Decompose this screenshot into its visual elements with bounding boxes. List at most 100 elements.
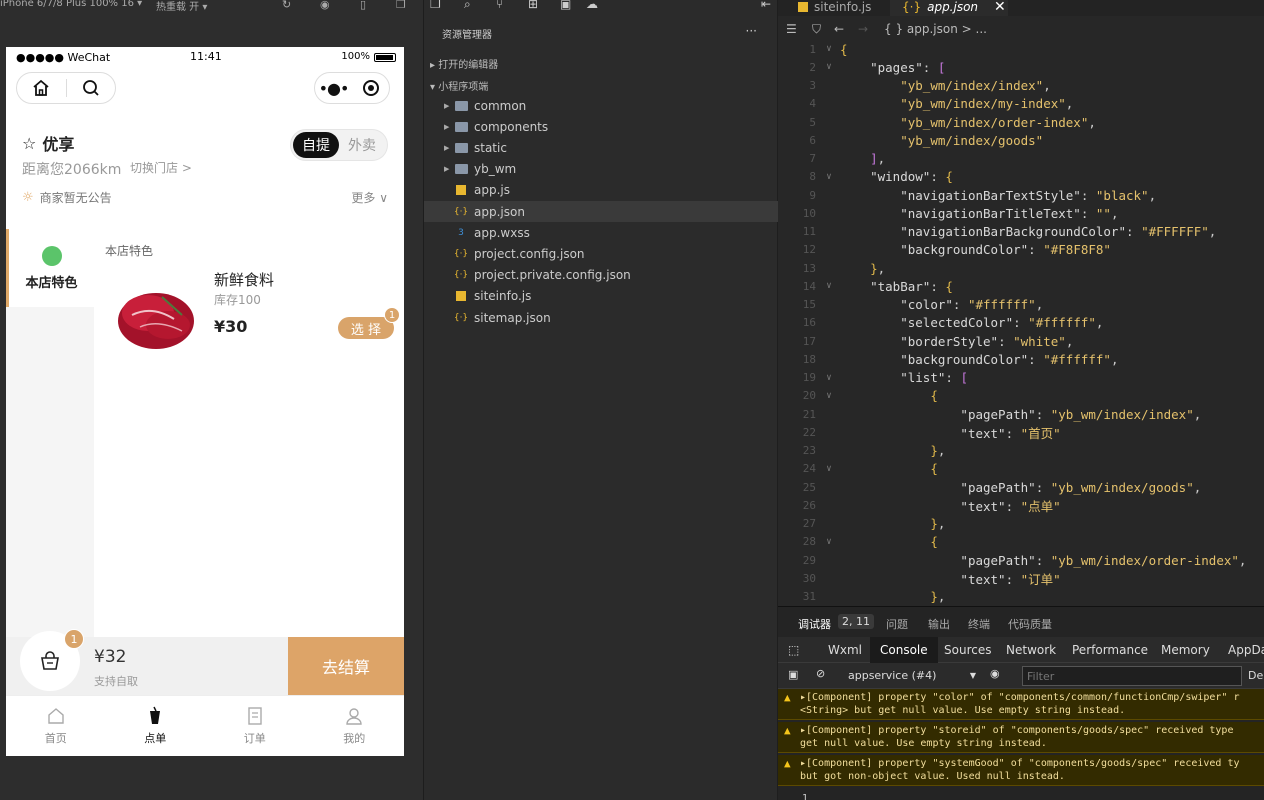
clear-console-icon[interactable]: ⊘ xyxy=(816,667,825,680)
code-line[interactable]: 8 ∨ "window": { xyxy=(778,168,1264,186)
code-line[interactable]: 30 "text": "订单" xyxy=(778,569,1264,587)
code-line[interactable]: 21 "pagePath": "yb_wm/index/index", xyxy=(778,405,1264,423)
pickup-option[interactable]: 自提 xyxy=(293,132,339,158)
code-line[interactable]: 20 ∨ { xyxy=(778,387,1264,405)
context-select[interactable]: appservice (#4) ▼ xyxy=(848,669,976,682)
code-line[interactable]: 17 "borderStyle": "white", xyxy=(778,332,1264,350)
close-icon[interactable]: ✕ xyxy=(994,0,1006,15)
file-tree-item[interactable]: {·} project.private.config.json xyxy=(424,265,778,286)
code-line[interactable]: 9 "navigationBarTextStyle": "black", xyxy=(778,186,1264,204)
home-button[interactable] xyxy=(17,79,67,97)
devtab-network[interactable]: Network xyxy=(996,637,1066,663)
checkout-button[interactable]: 去结算 xyxy=(288,637,404,695)
devtab-console[interactable]: Console xyxy=(870,637,938,663)
file-tree-item[interactable]: {·} sitemap.json xyxy=(424,307,778,328)
inspect-icon[interactable]: ⬚ xyxy=(784,637,803,663)
code-line[interactable]: 31 }, xyxy=(778,588,1264,606)
devtab-performance[interactable]: Performance xyxy=(1062,637,1158,663)
file-tree-item[interactable]: ▶ common xyxy=(424,95,778,116)
forward-arrow-icon[interactable]: → xyxy=(858,22,884,36)
file-tree-item[interactable]: {·} app.json xyxy=(424,201,778,222)
hot-reload-toggle[interactable]: 热重载 开 ▾ xyxy=(156,0,207,13)
more-button[interactable]: •●• xyxy=(315,79,352,98)
file-tree-item[interactable]: app.js xyxy=(424,180,778,201)
file-tree-item[interactable]: ▶ yb_wm xyxy=(424,159,778,180)
code-line[interactable]: 29 "pagePath": "yb_wm/index/order-index"… xyxy=(778,551,1264,569)
code-line[interactable]: 18 "backgroundColor": "#ffffff", xyxy=(778,350,1264,368)
bookmark-icon[interactable]: ⛉ xyxy=(812,22,834,37)
phone-icon[interactable]: ▯ xyxy=(360,0,366,11)
fold-chevron-icon[interactable]: ∨ xyxy=(818,373,840,383)
delivery-option[interactable]: 外卖 xyxy=(339,135,385,155)
code-line[interactable]: 13 }, xyxy=(778,259,1264,277)
explorer-more-icon[interactable]: ··· xyxy=(746,24,757,38)
cloud-icon[interactable]: ☁ xyxy=(586,0,598,11)
console-warning[interactable]: ▲ ▸[Component] property "color" of "compo… xyxy=(778,689,1264,720)
close-miniprogram-button[interactable] xyxy=(352,79,389,97)
default-levels-select[interactable]: De xyxy=(1248,669,1263,682)
extensions-icon[interactable]: ⊞ xyxy=(528,0,538,11)
panel-tab-code-quality[interactable]: 代码质量 xyxy=(1008,616,1052,632)
source-control-icon[interactable]: ⑂ xyxy=(496,0,503,11)
tab-home[interactable]: 首页 xyxy=(6,696,106,756)
breadcrumb-path[interactable]: { } app.json > ... xyxy=(884,22,987,36)
console-warning[interactable]: ▲ ▸[Component] property "storeid" of "com… xyxy=(778,722,1264,753)
code-line[interactable]: 28 ∨ { xyxy=(778,533,1264,551)
code-line[interactable]: 2 ∨ "pages": [ xyxy=(778,58,1264,76)
search-button[interactable] xyxy=(67,78,116,98)
copy-icon[interactable]: ❐ xyxy=(430,0,441,11)
sidebar-toggle-icon[interactable]: ▣ xyxy=(788,668,798,681)
tab-app-json[interactable]: {·} app.json ✕ xyxy=(890,0,1008,16)
collapse-panel-icon[interactable]: ⇤ xyxy=(761,0,771,11)
panel-tab-output[interactable]: 输出 xyxy=(928,616,950,632)
devtab-sources[interactable]: Sources xyxy=(934,637,1001,663)
code-line[interactable]: 12 "backgroundColor": "#F8F8F8" xyxy=(778,241,1264,259)
switch-store-link[interactable]: 切换门店 > xyxy=(130,159,192,176)
fold-chevron-icon[interactable]: ∨ xyxy=(818,172,840,182)
code-line[interactable]: 5 "yb_wm/index/order-index", xyxy=(778,113,1264,131)
file-tree-item[interactable]: ▶ components xyxy=(424,116,778,137)
code-line[interactable]: 10 "navigationBarTitleText": "", xyxy=(778,204,1264,222)
open-editors-section[interactable]: ▸ 打开的编辑器 xyxy=(430,56,498,71)
code-line[interactable]: 16 "selectedColor": "#ffffff", xyxy=(778,314,1264,332)
refresh-icon[interactable]: ↻ xyxy=(282,0,291,11)
delivery-mode-toggle[interactable]: 自提 外卖 xyxy=(290,129,388,161)
code-line[interactable]: 15 "color": "#ffffff", xyxy=(778,296,1264,314)
file-tree-item[interactable]: ▶ static xyxy=(424,137,778,158)
code-line[interactable]: 3 "yb_wm/index/index", xyxy=(778,77,1264,95)
code-area[interactable]: 1 ∨{2 ∨ "pages": [3 "yb_wm/index/index", 4 … xyxy=(778,40,1264,606)
console-warning[interactable]: ▲ ▸[Component] property "systemGood" of "… xyxy=(778,755,1264,786)
code-line[interactable]: 7 ], xyxy=(778,150,1264,168)
fold-chevron-icon[interactable]: ∨ xyxy=(818,281,840,291)
file-tree-item[interactable]: {·} project.config.json xyxy=(424,243,778,264)
code-line[interactable]: 22 "text": "首页" xyxy=(778,423,1264,441)
window-icon[interactable]: ❐ xyxy=(396,0,406,11)
device-select[interactable]: iPhone 6/7/8 Plus 100% 16 ▾ xyxy=(0,0,142,9)
debug-icon[interactable]: ▣ xyxy=(560,0,571,11)
product-card[interactable]: 新鲜食料 库存100 ¥30 选 择 1 xyxy=(102,265,402,365)
eye-icon[interactable]: ◉ xyxy=(990,667,1000,680)
panel-tab-problems[interactable]: 问题 xyxy=(886,616,908,632)
file-tree-item[interactable]: siteinfo.js xyxy=(424,286,778,307)
devtab-appdata[interactable]: AppData xyxy=(1218,637,1264,663)
code-line[interactable]: 19 ∨ "list": [ xyxy=(778,369,1264,387)
back-arrow-icon[interactable]: ← xyxy=(834,22,858,36)
debugger-tab[interactable]: 调试器 xyxy=(798,616,831,632)
search-icon[interactable]: ⌕ xyxy=(464,0,471,12)
tab-siteinfo-js[interactable]: siteinfo.js xyxy=(798,0,898,16)
code-line[interactable]: 24 ∨ { xyxy=(778,460,1264,478)
tab-mine[interactable]: 我的 xyxy=(305,696,405,756)
code-line[interactable]: 4 "yb_wm/index/my-index", xyxy=(778,95,1264,113)
code-line[interactable]: 27 }, xyxy=(778,515,1264,533)
code-line[interactable]: 26 "text": "点单" xyxy=(778,496,1264,514)
code-line[interactable]: 14 ∨ "tabBar": { xyxy=(778,277,1264,295)
code-line[interactable]: 25 "pagePath": "yb_wm/index/goods", xyxy=(778,478,1264,496)
fold-chevron-icon[interactable]: ∨ xyxy=(818,464,840,474)
code-line[interactable]: 1 ∨{ xyxy=(778,40,1264,58)
record-icon[interactable]: ◉ xyxy=(320,0,330,11)
console-filter-input[interactable] xyxy=(1022,666,1242,686)
notice-more-link[interactable]: 更多 ∨ xyxy=(351,189,388,206)
code-line[interactable]: 11 "navigationBarBackgroundColor": "#FFF… xyxy=(778,223,1264,241)
project-section[interactable]: ▾ 小程序项端 xyxy=(430,78,488,93)
devtab-wxml[interactable]: Wxml xyxy=(818,637,872,663)
